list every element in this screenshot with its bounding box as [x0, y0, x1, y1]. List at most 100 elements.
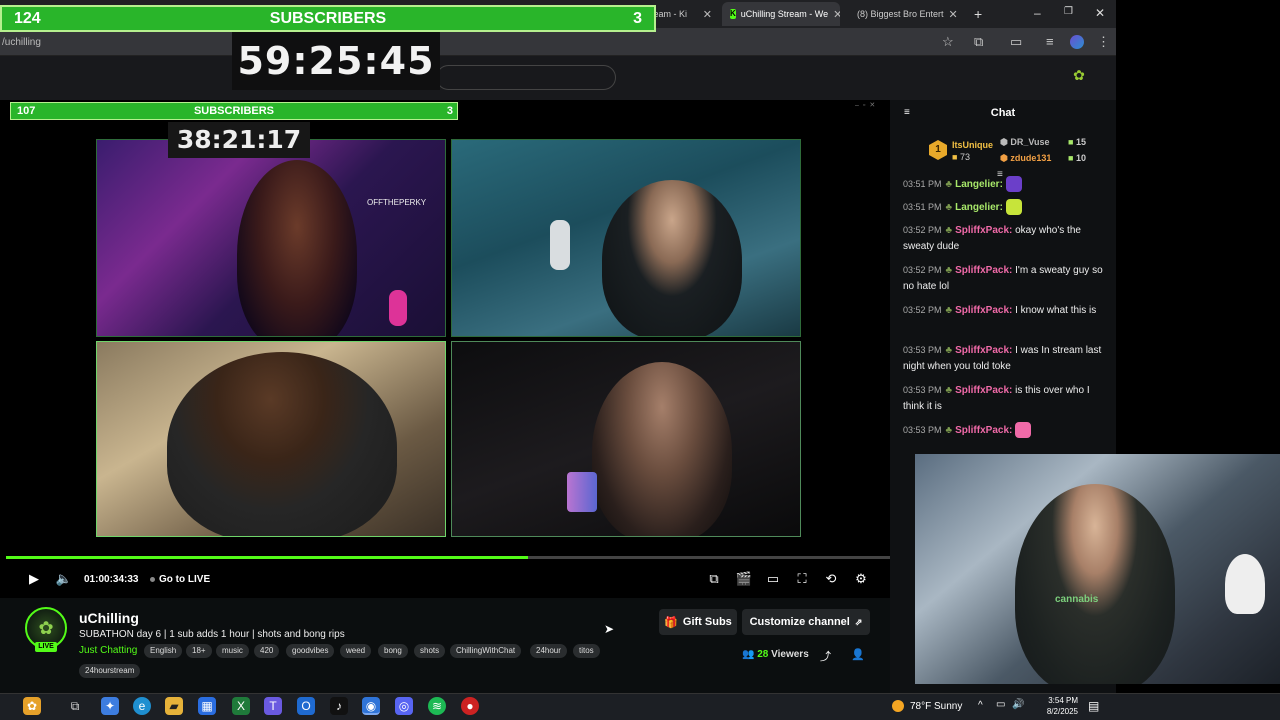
clip-icon[interactable]: 🎬 — [735, 571, 753, 587]
sub-badge-icon: ♣ — [945, 305, 953, 316]
top-sub-right-count: 3 — [633, 9, 642, 27]
top-subscriber-bar: 124 SUBSCRIBERS 3 — [0, 5, 656, 32]
profile-avatar[interactable] — [1070, 35, 1084, 49]
chat-username[interactable]: SpliffxPack — [955, 425, 1009, 436]
extension-icon[interactable]: ⧉ — [974, 34, 983, 50]
progress-fill — [6, 556, 528, 559]
close-window-button[interactable]: ✕ — [1095, 6, 1105, 20]
clock-time: 3:54 PM — [1048, 696, 1078, 705]
volume-icon[interactable]: 🔈 — [55, 571, 73, 587]
inner-sub-title: SUBSCRIBERS — [193, 105, 275, 117]
miniplayer-icon[interactable]: ⧉ — [705, 571, 723, 587]
tag-chip[interactable]: weed — [340, 644, 372, 658]
gift-subs-button[interactable]: 🎁 Gift Subs — [659, 609, 737, 635]
system-clock[interactable]: 3:54 PM 8/2/2025 — [1030, 695, 1078, 717]
chat-timestamp: 03:53 PM — [903, 385, 942, 395]
new-tab-button[interactable]: + — [974, 6, 982, 22]
play-icon[interactable]: ▶ — [25, 571, 43, 587]
settings-gear-icon[interactable]: ⚙ — [852, 571, 870, 587]
copilot-icon[interactable]: ✦ — [101, 697, 119, 715]
tag-chip[interactable]: 24hour — [530, 644, 567, 658]
share-icon[interactable]: ⤴ — [820, 648, 831, 664]
rewind-icon[interactable]: ⟲ — [822, 571, 840, 587]
outlook-icon[interactable]: O — [297, 697, 315, 715]
speaker-icon[interactable]: 🔊 — [1012, 699, 1024, 710]
gift-icon: ■ — [952, 152, 958, 162]
discord-icon[interactable]: ◎ — [395, 697, 413, 715]
live-dot-icon — [150, 577, 155, 582]
task-view-icon[interactable]: ⧉ — [66, 697, 84, 715]
browser-tab-active[interactable]: K uChilling Stream - We ✕ — [722, 2, 840, 26]
chat-username[interactable]: Langelier — [955, 179, 999, 190]
search-input[interactable] — [436, 65, 616, 90]
close-tab-icon[interactable]: ✕ — [949, 8, 958, 21]
url-text[interactable]: /uchilling — [2, 37, 41, 48]
emote-icon — [1005, 199, 1022, 216]
chat-username[interactable]: SpliffxPack — [955, 225, 1009, 236]
theater-mode-icon[interactable]: ▭ — [764, 571, 782, 587]
chat-username[interactable]: SpliffxPack — [955, 345, 1009, 356]
file-explorer-icon[interactable]: ▰ — [165, 697, 183, 715]
viewers-number: 28 — [757, 649, 769, 660]
restore-button[interactable]: ❐ — [1064, 6, 1073, 17]
weather-widget[interactable]: 78°F Sunny — [892, 700, 962, 712]
store-icon[interactable]: ▦ — [198, 697, 216, 715]
tag-chip[interactable]: shots — [414, 644, 446, 658]
chat-timestamp: 03:52 PM — [903, 225, 942, 235]
chat-username[interactable]: Langelier — [955, 202, 999, 213]
chat-username[interactable]: SpliffxPack — [955, 385, 1009, 396]
user-avatar-icon[interactable]: ✿ — [1071, 67, 1087, 85]
excel-icon[interactable]: X — [232, 697, 250, 715]
sunflower-widget-icon[interactable]: ✿ — [23, 697, 41, 715]
tag-chip[interactable]: 18+ — [186, 644, 212, 658]
network-icon[interactable]: ▭ — [996, 699, 1005, 710]
minimize-button[interactable]: – — [1034, 6, 1041, 20]
tag-chip[interactable]: 420 — [254, 644, 280, 658]
tag-chip[interactable]: goodvibes — [286, 644, 335, 658]
edge-icon[interactable]: e — [133, 697, 151, 715]
gift-icon: ■ — [1068, 137, 1074, 147]
notification-icon[interactable]: ▤ — [1088, 699, 1099, 713]
customize-channel-button[interactable]: Customize channel ⇗ — [742, 609, 870, 635]
tray-chevron-icon[interactable]: ^ — [978, 700, 983, 711]
spotify-icon[interactable]: ≋ — [428, 697, 446, 715]
kick-favicon-icon: K — [730, 9, 736, 19]
chat-timestamp: 03:51 PM — [903, 202, 942, 212]
category-link[interactable]: Just Chatting — [79, 645, 137, 656]
chat-username[interactable]: SpliffxPack — [955, 305, 1009, 316]
fullscreen-icon[interactable]: ⛶ — [793, 571, 811, 587]
top-sub-title: SUBSCRIBERS — [269, 9, 387, 27]
tag-chip[interactable]: music — [216, 644, 249, 658]
chat-timestamp: 03:53 PM — [903, 425, 942, 435]
sub-badge-icon: ♣ — [945, 179, 953, 190]
channel-name[interactable]: uChilling — [79, 610, 139, 626]
media-control-icon[interactable]: ≡ — [1046, 34, 1054, 49]
chat-timestamp: 03:53 PM — [903, 345, 942, 355]
follow-user-icon[interactable]: 👤 — [851, 648, 865, 661]
teams-icon[interactable]: T — [264, 697, 282, 715]
go-to-live-button[interactable]: Go to LIVE — [150, 574, 210, 585]
tag-chip[interactable]: 24hourstream — [79, 664, 141, 678]
obs-icon[interactable]: ● — [461, 697, 479, 715]
bookmark-star-icon[interactable]: ☆ — [942, 34, 954, 50]
close-tab-icon[interactable]: ✕ — [703, 8, 712, 21]
browser-tab[interactable]: (8) Biggest Bro Entert ✕ — [844, 2, 964, 26]
cast-icon[interactable]: ▭ — [1010, 34, 1022, 50]
tag-chip[interactable]: bong — [378, 644, 408, 658]
tab-label: uChilling Stream - We — [740, 9, 829, 19]
chat-username[interactable]: SpliffxPack — [955, 265, 1009, 276]
chat-colon: : — [999, 202, 1006, 213]
chat-message-partial — [903, 472, 915, 482]
tag-chip[interactable]: ChillingWithChat — [450, 644, 522, 658]
tag-chip[interactable]: titos — [573, 644, 600, 658]
browser-menu-icon[interactable]: ⋮ — [1097, 34, 1110, 50]
chat-message-partial — [903, 512, 915, 522]
tag-chip[interactable]: English — [144, 644, 183, 658]
live-badge: LIVE — [35, 642, 57, 652]
tiktok-icon[interactable]: ♪ — [330, 697, 348, 715]
chrome-icon[interactable]: ◉ — [362, 697, 380, 715]
overlay-window-controls-icon: –▫✕ — [855, 102, 880, 109]
weather-text: 78°F Sunny — [910, 700, 963, 712]
close-tab-icon[interactable]: ✕ — [833, 8, 840, 21]
medal-icon: ⬢ — [1000, 137, 1008, 147]
